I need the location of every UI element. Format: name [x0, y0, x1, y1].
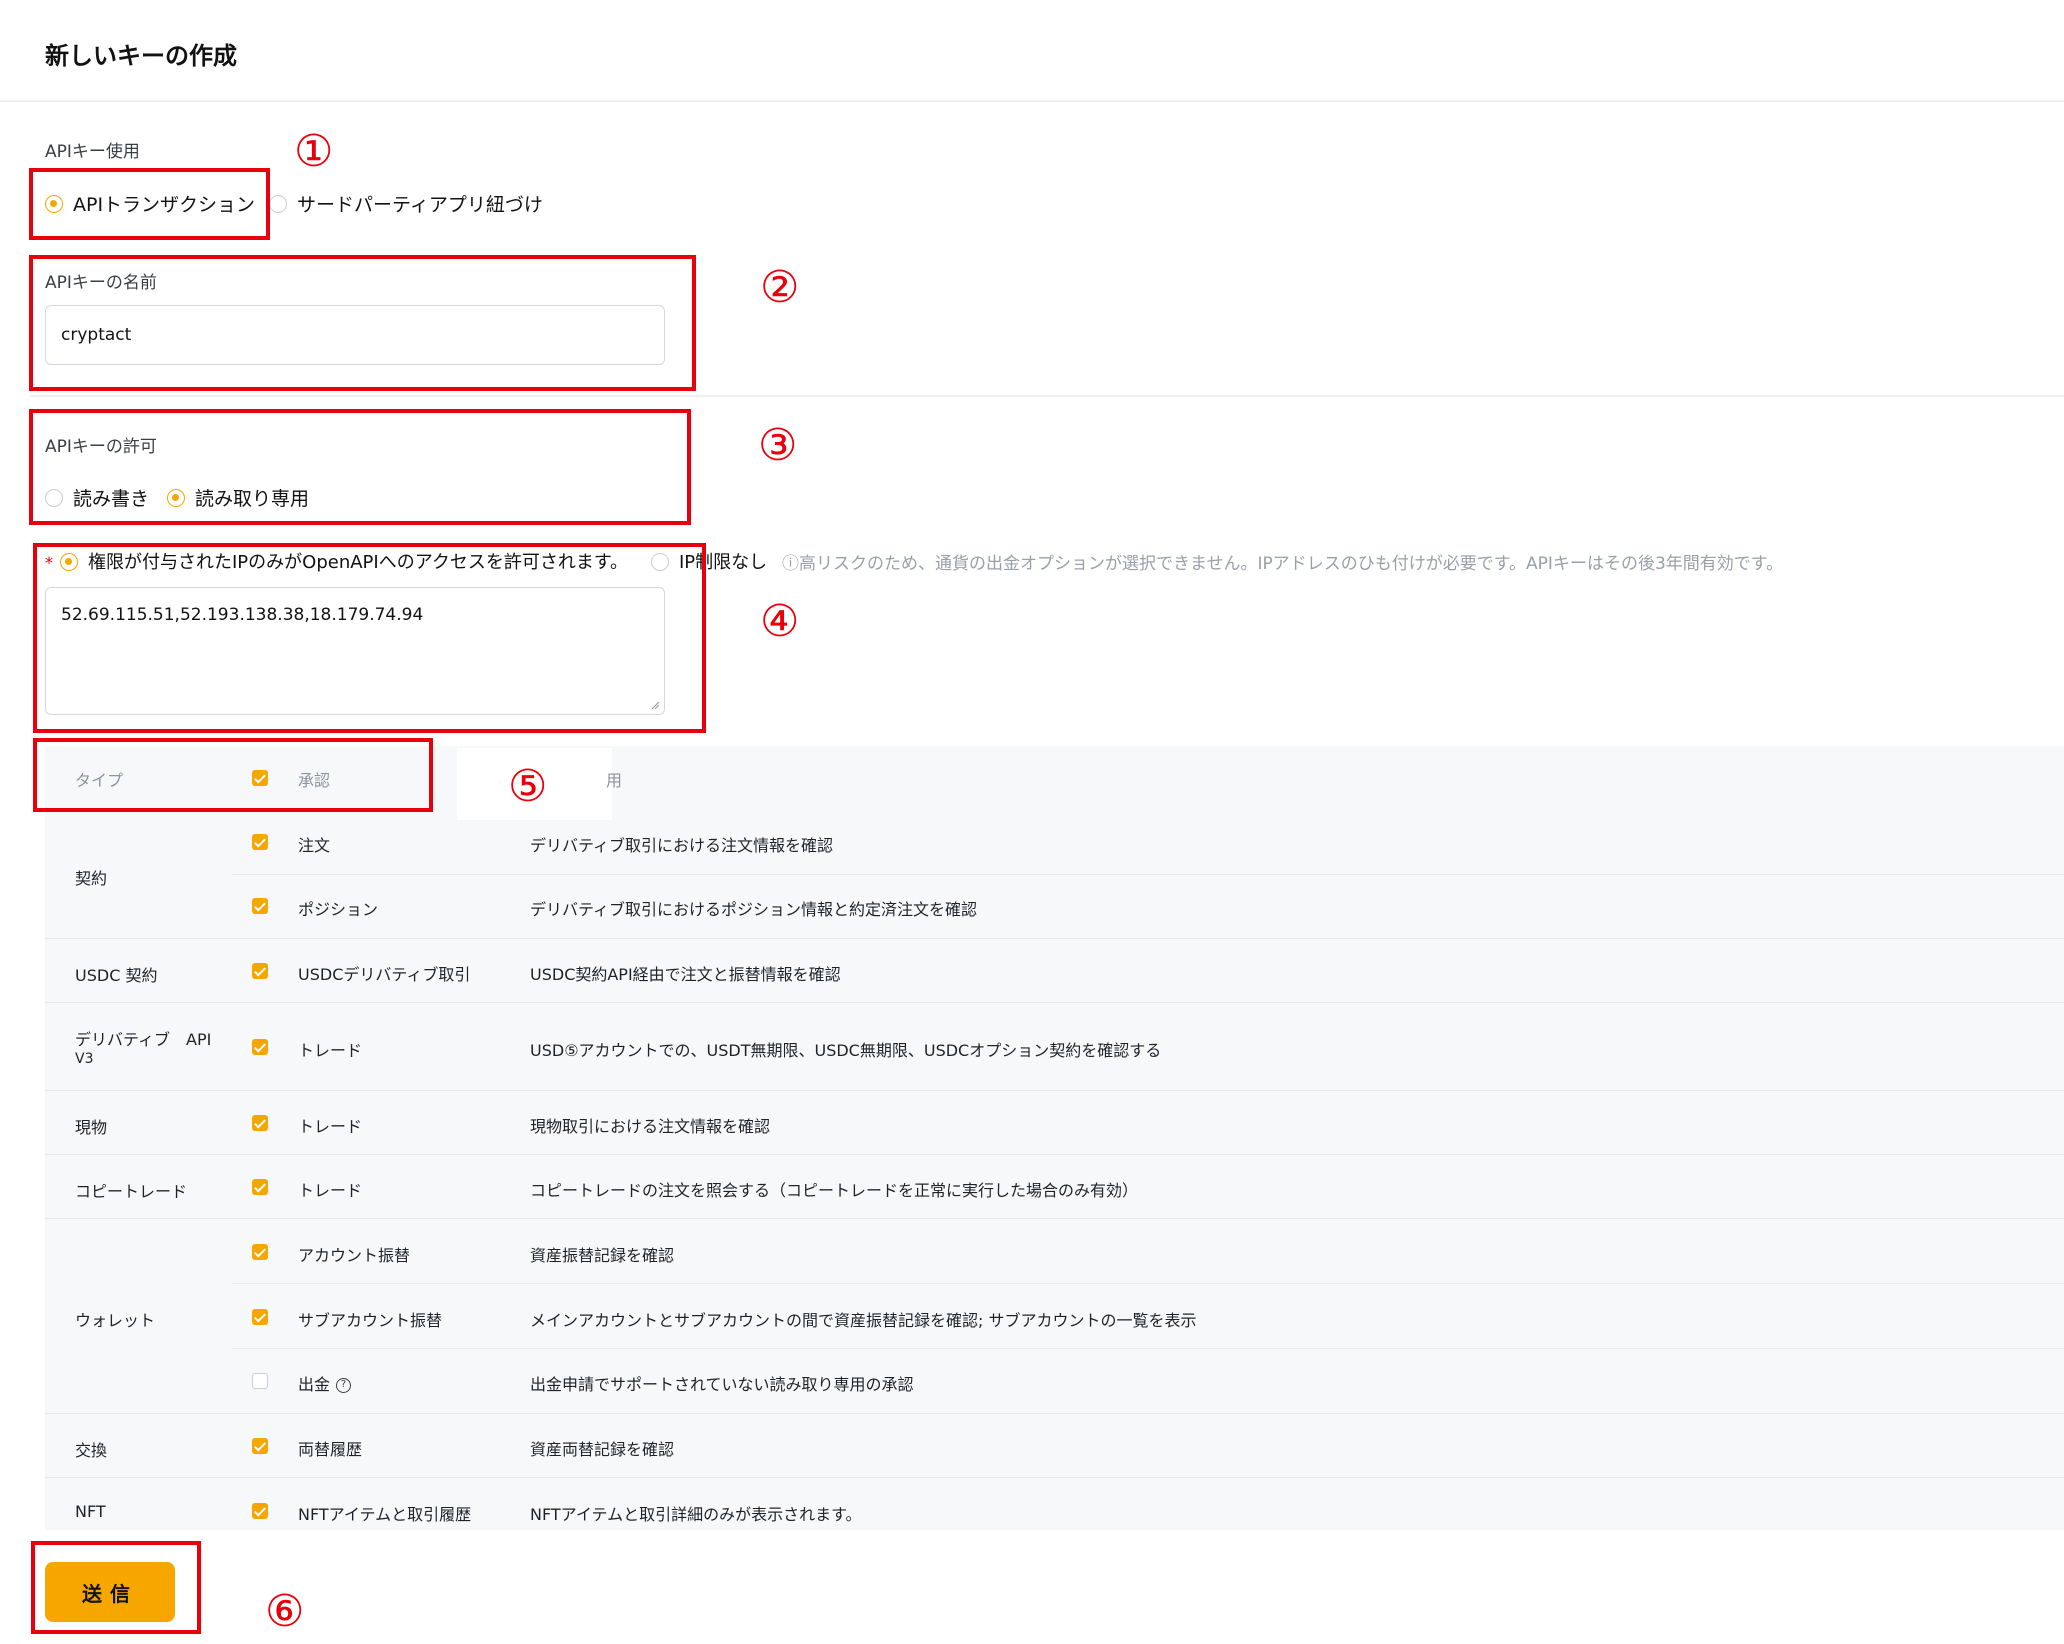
row-divider — [232, 1283, 2064, 1284]
column-header-usage: 用 — [606, 771, 623, 790]
annotation-marker-2: ② — [760, 262, 800, 313]
annotation-marker-6: ⑥ — [265, 1586, 305, 1637]
annotation-box-4 — [33, 543, 706, 733]
permission-name: 注文 — [298, 836, 331, 855]
ip-hint-text: ⓘ高リスクのため、通貨の出金オプションが選択できません。IPアドレスのひも付けが… — [782, 554, 1784, 574]
permission-desc: デリバティブ取引における注文情報を確認 — [530, 836, 834, 855]
permission-name: トレード — [298, 1041, 363, 1060]
annotation-box-3 — [29, 409, 691, 525]
type-usdc-contract: USDC 契約 — [75, 966, 158, 985]
checkbox-subaccount-transfer[interactable] — [252, 1309, 268, 1325]
row-divider — [232, 874, 2064, 875]
permission-desc: メインアカウントとサブアカウントの間で資産振替記録を確認; サブアカウントの一覧… — [530, 1311, 1197, 1330]
permission-desc: USD⑤アカウントでの、USDT無期限、USDC無期限、USDCオプション契約を… — [530, 1041, 1162, 1060]
row-divider — [45, 1413, 2064, 1414]
row-divider — [45, 1218, 2064, 1219]
permission-name: サブアカウント振替 — [298, 1311, 443, 1330]
annotation-box-1 — [29, 168, 270, 240]
permission-name: NFTアイテムと取引履歴 — [298, 1505, 472, 1524]
checkbox-spot-trade[interactable] — [252, 1115, 268, 1131]
row-divider — [45, 1477, 2064, 1478]
type-exchange: 交換 — [75, 1441, 108, 1460]
checkbox-position[interactable] — [252, 898, 268, 914]
checkbox-order[interactable] — [252, 834, 268, 850]
permission-desc: 現物取引における注文情報を確認 — [530, 1117, 771, 1136]
permission-desc: 資産振替記録を確認 — [530, 1246, 675, 1265]
section-divider — [30, 395, 2064, 397]
checkbox-usdc-derivatives[interactable] — [252, 963, 268, 979]
type-contract: 契約 — [75, 869, 108, 888]
type-derivatives-api: デリバティブ API — [75, 1030, 212, 1049]
permission-name: USDCデリバティブ取引 — [298, 965, 471, 984]
annotation-box-2 — [29, 255, 696, 391]
permission-name: 出金 — [298, 1375, 331, 1394]
permission-name: 両替履歴 — [298, 1440, 363, 1459]
type-spot: 現物 — [75, 1118, 108, 1137]
annotation-marker-1: ① — [294, 126, 334, 177]
help-icon[interactable]: ? — [336, 1378, 352, 1393]
api-usage-label: APIキー使用 — [45, 142, 140, 162]
type-wallet: ウォレット — [75, 1311, 156, 1330]
permission-name: アカウント振替 — [298, 1246, 411, 1265]
type-nft: NFT — [75, 1502, 106, 1521]
annotation-box-5 — [33, 738, 433, 812]
permission-desc: デリバティブ取引におけるポジション情報と約定済注文を確認 — [530, 900, 978, 919]
permission-name: トレード — [298, 1181, 363, 1200]
row-divider — [232, 1348, 2064, 1349]
checkbox-derivatives-trade[interactable] — [252, 1039, 268, 1055]
annotation-box-6 — [31, 1541, 201, 1634]
checkbox-account-transfer[interactable] — [252, 1244, 268, 1260]
checkbox-withdrawal — [252, 1373, 268, 1389]
radio-third-party[interactable] — [269, 195, 287, 213]
annotation-marker-4: ④ — [760, 596, 800, 647]
type-copy-trade: コピートレード — [75, 1182, 188, 1201]
permission-name-withdrawal: 出金? — [298, 1371, 352, 1395]
checkbox-copy-trade[interactable] — [252, 1179, 268, 1195]
annotation-marker-5: ⑤ — [508, 761, 548, 812]
permission-desc: USDC契約API経由で注文と振替情報を確認 — [530, 965, 841, 984]
header-divider — [0, 100, 2064, 102]
checkbox-nft[interactable] — [252, 1503, 268, 1519]
row-divider — [45, 1090, 2064, 1091]
third-party-label[interactable]: サードパーティアプリ紐づけ — [297, 190, 543, 217]
row-divider — [45, 938, 2064, 939]
type-derivatives-api-version: V3 — [75, 1051, 94, 1067]
checkbox-exchange-history[interactable] — [252, 1438, 268, 1454]
permission-desc: コピートレードの注文を照会する（コピートレードを正常に実行した場合のみ有効） — [530, 1181, 1139, 1200]
row-divider — [45, 1002, 2064, 1003]
permission-desc: 資産両替記録を確認 — [530, 1440, 675, 1459]
permission-desc: NFTアイテムと取引詳細のみが表示されます。 — [530, 1505, 862, 1524]
row-divider — [45, 1154, 2064, 1155]
page-title: 新しいキーの作成 — [45, 42, 237, 70]
permission-desc: 出金申請でサポートされていない読み取り専用の承認 — [530, 1375, 914, 1394]
permission-name: ポジション — [298, 900, 379, 919]
permission-name: トレード — [298, 1117, 363, 1136]
annotation-marker-3: ③ — [758, 420, 798, 471]
